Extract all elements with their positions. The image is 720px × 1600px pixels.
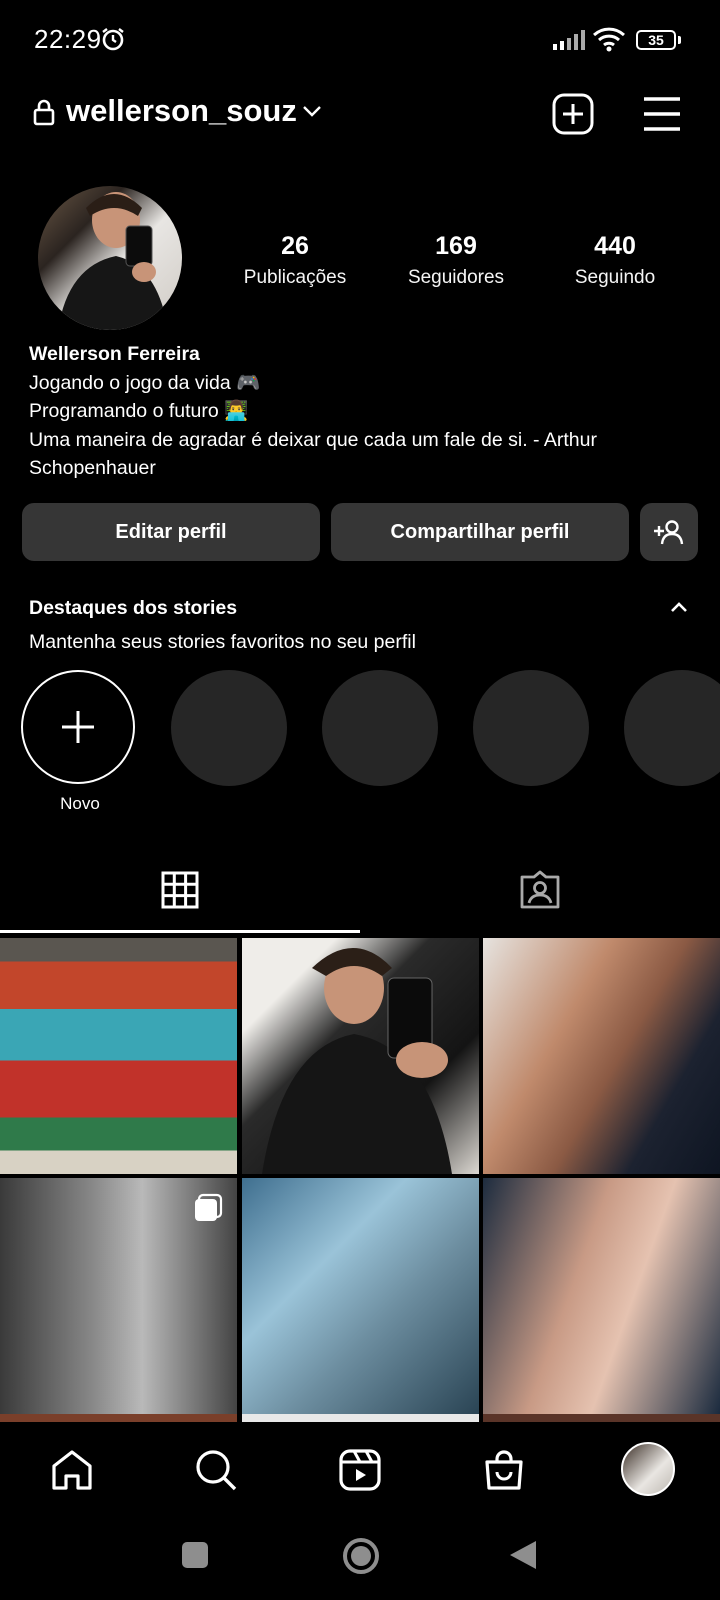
share-profile-button[interactable]: Compartilhar perfil [331, 503, 629, 561]
stat-posts-label: Publicações [243, 267, 347, 288]
profile-username[interactable]: wellerson_souz [66, 93, 297, 129]
battery-nub [678, 36, 681, 44]
signal-icon [553, 30, 587, 50]
stat-followers-count: 169 [435, 232, 477, 260]
highlight-placeholder [624, 670, 720, 786]
search-icon[interactable] [194, 1448, 238, 1492]
stat-following-label: Seguindo [574, 267, 656, 288]
active-tab-indicator [0, 930, 360, 933]
home-button[interactable] [342, 1537, 380, 1575]
stat-posts[interactable]: 26 Publicações [210, 232, 380, 289]
profile-bio: Wellerson Ferreira Jogando o jogo da vid… [29, 340, 699, 483]
new-post-icon[interactable] [552, 93, 594, 135]
battery-indicator: 35 [636, 30, 676, 50]
post-thumbnail[interactable] [483, 1178, 720, 1414]
reels-icon[interactable] [338, 1448, 382, 1492]
menu-icon[interactable] [642, 96, 682, 132]
post-thumbnail[interactable] [0, 1414, 237, 1422]
highlight-placeholder [171, 670, 287, 786]
tagged-icon[interactable] [520, 869, 560, 909]
stat-followers[interactable]: 169 Seguidores [371, 232, 541, 289]
post-thumbnail[interactable] [242, 1414, 479, 1422]
bio-line: Programando o futuro 👨‍💻 [29, 400, 249, 422]
stat-posts-count: 26 [281, 232, 309, 260]
recents-button[interactable] [182, 1542, 208, 1568]
post-thumbnail[interactable] [0, 938, 237, 1174]
alarm-icon [100, 26, 126, 52]
home-icon[interactable] [50, 1448, 94, 1492]
profile-name: Wellerson Ferreira [29, 343, 200, 365]
chevron-up-icon[interactable] [670, 601, 688, 613]
add-person-icon [653, 519, 685, 545]
wifi-icon [593, 26, 625, 52]
chevron-down-icon[interactable] [302, 104, 322, 118]
stat-following-count: 440 [594, 232, 636, 260]
post-thumbnail[interactable] [242, 938, 479, 1174]
profile-avatar[interactable] [38, 186, 182, 330]
bio-line: Schopenhauer [29, 457, 156, 479]
highlight-placeholder [473, 670, 589, 786]
back-button[interactable] [508, 1539, 538, 1571]
bio-line: Jogando o jogo da vida 🎮 [29, 371, 261, 394]
discover-people-button[interactable] [640, 503, 698, 561]
stat-followers-label: Seguidores [407, 267, 505, 288]
multiple-photos-icon [193, 1193, 223, 1223]
grid-icon[interactable] [161, 871, 199, 909]
highlights-title: Destaques dos stories [29, 597, 238, 619]
post-thumbnail[interactable] [483, 938, 720, 1174]
highlights-subtitle: Mantenha seus stories favoritos no seu p… [29, 631, 416, 653]
new-highlight-button[interactable] [21, 670, 135, 784]
edit-profile-button[interactable]: Editar perfil [22, 503, 320, 561]
post-thumbnail[interactable] [483, 1414, 720, 1422]
post-thumbnail[interactable] [242, 1178, 479, 1414]
status-time: 22:29 [34, 24, 102, 54]
shop-icon[interactable] [482, 1448, 526, 1492]
highlight-placeholder [322, 670, 438, 786]
profile-avatar[interactable] [621, 1442, 675, 1496]
new-highlight-label: Novo [60, 794, 100, 813]
stat-following[interactable]: 440 Seguindo [530, 232, 700, 289]
plus-icon [60, 709, 96, 745]
lock-icon [33, 98, 55, 126]
bio-line: Uma maneira de agradar é deixar que cada… [29, 428, 597, 451]
